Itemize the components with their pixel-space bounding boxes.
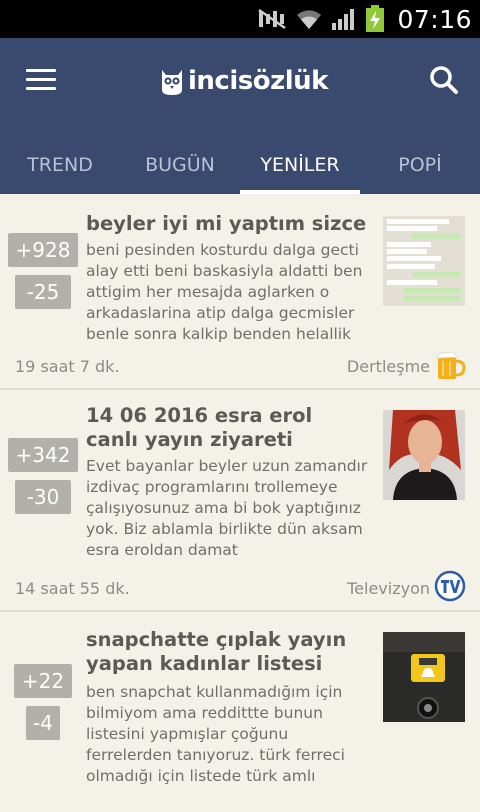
app-logo: incisözlük	[160, 63, 328, 99]
wifi-icon	[297, 10, 322, 29]
entry-snippet: beni pesinden kosturdu dalga gecti alay …	[86, 241, 363, 343]
battery-charging-icon	[366, 5, 385, 32]
entry-title[interactable]: beyler iyi mi yaptım sizce	[86, 212, 376, 236]
entry-title[interactable]: 14 06 2016 esra erol canlı yayın ziyaret…	[86, 404, 361, 452]
entry-time: 19 saat 7 dk.	[15, 357, 120, 376]
tab-bugun[interactable]: BUGÜN	[120, 136, 240, 194]
upvote-button[interactable]: +342	[8, 438, 78, 472]
beer-mug-icon	[434, 349, 466, 381]
upvote-button[interactable]: +928	[8, 233, 78, 267]
snapchat-button-photo-image	[383, 632, 465, 722]
downvote-button[interactable]: -25	[15, 275, 71, 309]
tab-popi[interactable]: POPİ	[360, 136, 480, 194]
app-bar: incisözlük TREND BUGÜN YENİLER POPİ	[0, 38, 480, 194]
owl-icon	[162, 70, 182, 95]
mute-icon	[258, 8, 287, 30]
tab-yeniler[interactable]: YENİLER	[240, 136, 360, 194]
status-time: 07:16	[397, 4, 472, 34]
vote-box: +928 -25	[8, 233, 78, 309]
signal-icon	[332, 9, 355, 30]
downvote-button[interactable]: -30	[15, 480, 71, 514]
entry-card[interactable]: +22 -4 snapchatte çıplak yayın yapan kad…	[0, 612, 480, 812]
tab-trend[interactable]: TREND	[0, 136, 120, 194]
downvote-button[interactable]: -4	[26, 706, 60, 740]
search-icon	[430, 66, 458, 94]
entry-thumbnail[interactable]	[383, 410, 465, 500]
entry-card[interactable]: +342 -30 14 06 2016 esra erol canlı yayı…	[0, 390, 480, 612]
vote-box: +342 -30	[8, 438, 78, 514]
logo-text: incisözlük	[188, 66, 328, 96]
tab-bar: TREND BUGÜN YENİLER POPİ	[0, 136, 480, 194]
entry-snippet: Evet bayanlar beyler uzun zamandır izdiv…	[86, 457, 368, 559]
menu-button[interactable]	[26, 69, 58, 93]
entry-category[interactable]: Televizyon	[347, 579, 430, 598]
entry-category[interactable]: Dertleşme	[347, 357, 430, 376]
vote-box: +22 -4	[8, 664, 78, 740]
hamburger-icon	[26, 69, 56, 72]
chat-screenshot-image	[383, 216, 465, 306]
entry-list: +928 -25 beyler iyi mi yaptım sizce beni…	[0, 194, 480, 812]
upvote-button[interactable]: +22	[14, 664, 72, 698]
search-button[interactable]	[428, 64, 460, 96]
entry-time: 14 saat 55 dk.	[15, 579, 130, 598]
status-bar: 07:16	[0, 0, 480, 38]
tv-badge-icon	[434, 570, 466, 602]
entry-thumbnail[interactable]	[383, 216, 465, 306]
entry-snippet: ben snapchat kullanmadığım için bilmiyom…	[86, 683, 345, 785]
woman-portrait-image	[383, 410, 465, 500]
entry-card[interactable]: +928 -25 beyler iyi mi yaptım sizce beni…	[0, 194, 480, 390]
entry-title[interactable]: snapchatte çıplak yayın yapan kadınlar l…	[86, 628, 381, 676]
entry-thumbnail[interactable]	[383, 632, 465, 722]
